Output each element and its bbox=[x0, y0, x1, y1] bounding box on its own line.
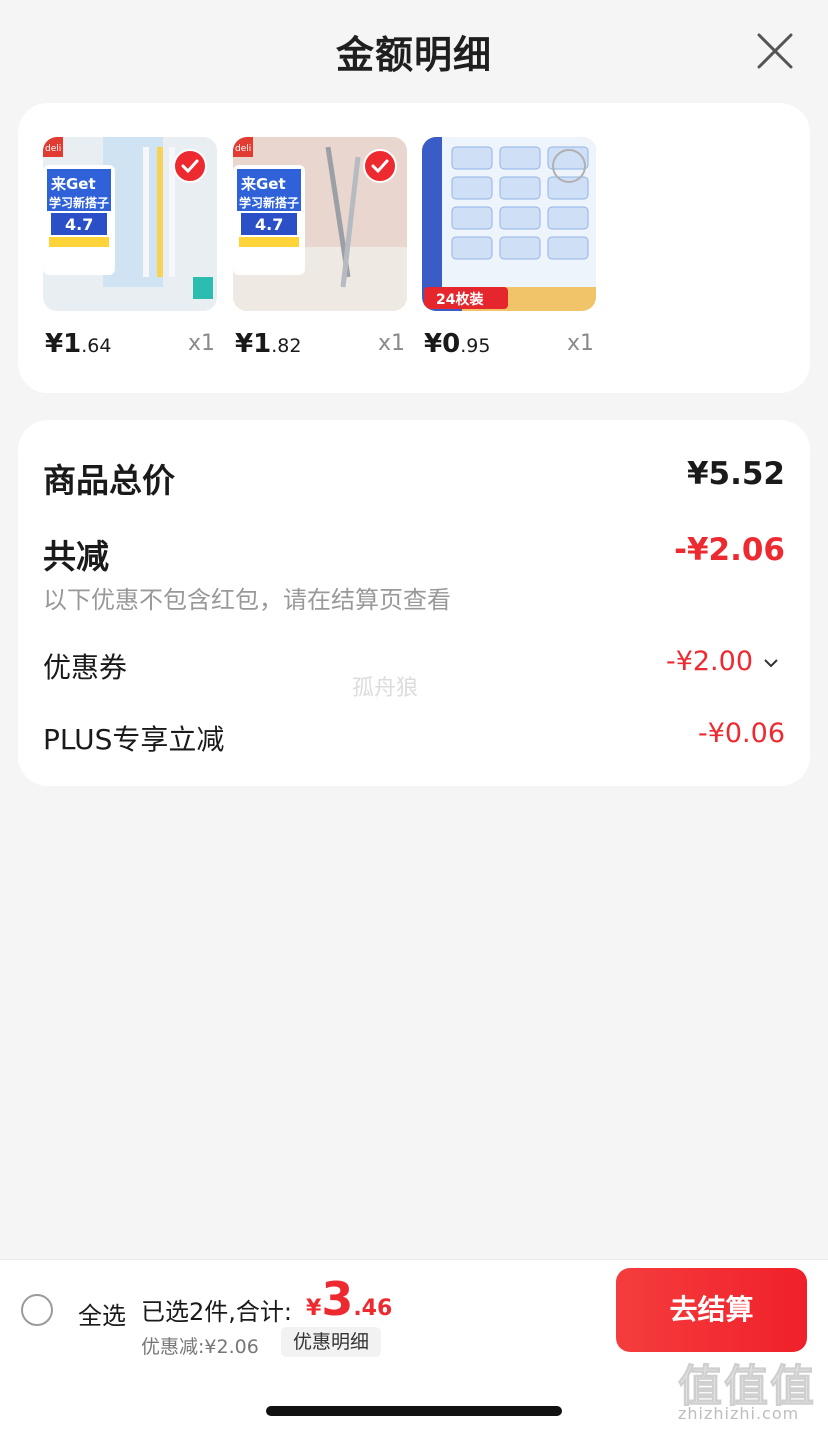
chevron-down-icon[interactable] bbox=[763, 654, 779, 673]
product-item[interactable]: 来Get 学习新搭子 4.7 deli ¥1.82 x1 bbox=[233, 137, 407, 365]
product-image[interactable]: 24枚装 bbox=[422, 137, 596, 311]
products-card: 来Get 学习新搭子 4.7 deli ¥1.64 x1 来Get 学习新搭子 … bbox=[18, 103, 810, 393]
brand-watermark: 值值值 zhizhizhi.com bbox=[678, 1361, 816, 1424]
product-image[interactable]: 来Get 学习新搭子 4.7 deli bbox=[233, 137, 407, 311]
total-value: ¥5.52 bbox=[686, 456, 785, 492]
reduce-value: -¥2.06 bbox=[674, 532, 785, 568]
product-item[interactable]: 来Get 学习新搭子 4.7 deli ¥1.64 x1 bbox=[43, 137, 217, 365]
product-image[interactable]: 来Get 学习新搭子 4.7 deli bbox=[43, 137, 217, 311]
svg-text:24枚装: 24枚装 bbox=[436, 291, 484, 308]
product-item[interactable]: 24枚装 ¥0.95 x1 bbox=[422, 137, 596, 365]
summary-card: 商品总价 ¥5.52 共减 -¥2.06 以下优惠不包含红包，请在结算页查看 优… bbox=[18, 420, 810, 786]
reduce-label: 共减 bbox=[43, 537, 109, 576]
coupon-value: -¥2.00 bbox=[665, 646, 753, 677]
reduce-note: 以下优惠不包含红包，请在结算页查看 bbox=[43, 586, 451, 614]
svg-text:deli: deli bbox=[45, 144, 61, 154]
selected-count-text: 已选2件,合计: bbox=[141, 1298, 292, 1326]
plus-value: -¥0.06 bbox=[697, 718, 785, 749]
reduce-row: 共减 -¥2.06 bbox=[43, 530, 785, 578]
total-amount: ¥3.46 bbox=[306, 1272, 393, 1326]
watermark-text: 孤舟狼 bbox=[352, 676, 419, 701]
bottom-bar: 全选 已选2件,合计: ¥3.46 优惠减:¥2.06 优惠明细 去结算 bbox=[0, 1259, 828, 1360]
total-row: 商品总价 ¥5.52 bbox=[43, 454, 785, 502]
checked-icon[interactable] bbox=[173, 149, 207, 183]
svg-text:学习新搭子: 学习新搭子 bbox=[49, 195, 109, 210]
select-all-radio[interactable] bbox=[21, 1294, 53, 1326]
select-all-label[interactable]: 全选 bbox=[78, 1296, 126, 1331]
total-label: 商品总价 bbox=[43, 461, 175, 500]
checkout-button[interactable]: 去结算 bbox=[616, 1268, 807, 1352]
discount-detail-button[interactable]: 优惠明细 bbox=[281, 1327, 382, 1357]
header: 金额明细 bbox=[0, 0, 828, 100]
svg-text:4.7: 4.7 bbox=[65, 215, 93, 234]
coupon-label: 优惠券 bbox=[43, 651, 128, 684]
plus-label: PLUS专享立减 bbox=[43, 723, 225, 756]
checked-icon[interactable] bbox=[363, 149, 397, 183]
svg-text:学习新搭子: 学习新搭子 bbox=[239, 195, 299, 210]
svg-text:4.7: 4.7 bbox=[255, 215, 283, 234]
product-qty: x1 bbox=[566, 331, 594, 356]
product-qty: x1 bbox=[377, 331, 405, 356]
home-indicator[interactable] bbox=[266, 1406, 562, 1416]
close-button[interactable] bbox=[755, 31, 795, 71]
product-price: ¥0.95 bbox=[424, 329, 491, 359]
svg-text:来Get: 来Get bbox=[50, 175, 96, 193]
product-price: ¥1.64 bbox=[45, 329, 112, 359]
page-title: 金额明细 bbox=[335, 33, 492, 77]
product-qty: x1 bbox=[187, 331, 215, 356]
product-price: ¥1.82 bbox=[235, 329, 302, 359]
plus-row: PLUS专享立减 -¥0.06 bbox=[43, 718, 785, 758]
svg-text:deli: deli bbox=[235, 144, 251, 154]
discount-text: 优惠减:¥2.06 bbox=[141, 1336, 259, 1358]
close-icon bbox=[757, 33, 793, 69]
unchecked-icon[interactable] bbox=[552, 149, 586, 183]
svg-text:来Get: 来Get bbox=[240, 175, 286, 193]
